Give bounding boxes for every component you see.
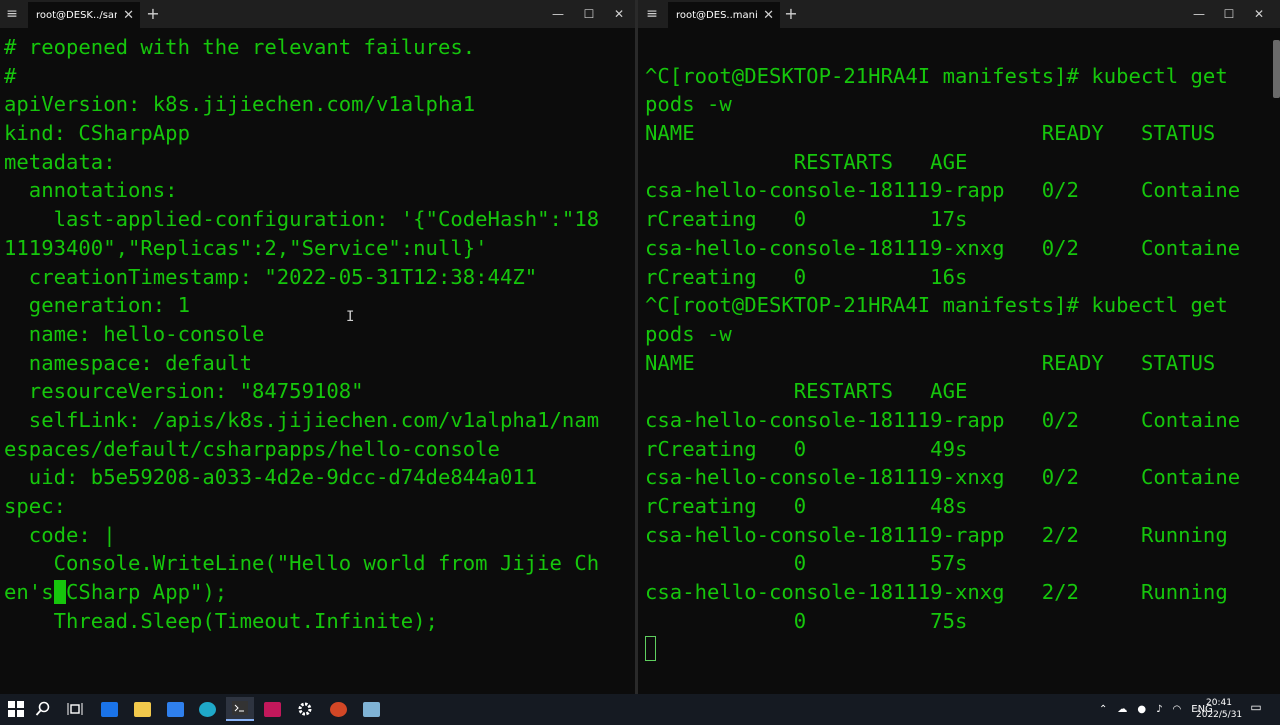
clock[interactable]: 20:41 2022/5/31 — [1196, 697, 1242, 721]
windows-start-icon[interactable] — [4, 697, 28, 721]
terminal-line: 0 57s — [645, 551, 968, 576]
terminal-line: rCreating 0 49s — [645, 436, 968, 461]
terminal-line: csa-hello-console-181119-xnxg 2/2 Runnin… — [645, 580, 1228, 605]
terminal-line: namespace: default — [4, 350, 252, 375]
terminal-cursor — [53, 580, 67, 605]
terminal-line: RESTARTS AGE — [645, 379, 968, 404]
terminal-line: last-applied-configuration: '{"CodeHash"… — [4, 207, 600, 232]
cloud-icon[interactable]: ☁ — [1117, 704, 1127, 715]
terminal-line: NAME READY STATUS — [645, 350, 1216, 375]
terminal-window-samples[interactable]: ≡ root@DESK../samples ✕ + — ☐ ✕ # reopen… — [0, 0, 635, 694]
text-before-cursor: en's — [4, 580, 54, 605]
file-explorer-icon[interactable] — [130, 697, 154, 721]
mail-icon[interactable] — [97, 697, 121, 721]
rider-ide-icon[interactable] — [260, 697, 284, 721]
volume-icon[interactable]: ♪ — [1156, 704, 1162, 715]
new-tab-button[interactable]: + — [143, 4, 163, 24]
menu-icon[interactable]: ≡ — [644, 6, 660, 22]
terminal-line: code: | — [4, 522, 116, 547]
terminal-line: Thread.Sleep(Timeout.Infinite); — [4, 608, 438, 633]
maximize-button[interactable]: ☐ — [576, 4, 602, 24]
terminal-app-icon[interactable] — [226, 697, 254, 721]
text-after-cursor: CSharp App"); — [66, 580, 228, 605]
terminal-line: rCreating 0 48s — [645, 494, 968, 518]
terminal-output[interactable]: ^C[root@DESKTOP-21HRA4I manifests]# kube… — [645, 33, 1280, 694]
terminal-line: selfLink: /apis/k8s.jijiechen.com/v1alph… — [4, 407, 600, 432]
notification-icon[interactable]: ▭ — [1248, 700, 1264, 716]
terminal-output[interactable]: # reopened with the relevant failures. # a… — [4, 33, 635, 694]
maximize-button[interactable]: ☐ — [1216, 4, 1242, 24]
chevron-up-icon[interactable]: ⌃ — [1099, 704, 1107, 715]
terminal-line: NAME READY STATUS — [645, 121, 1216, 146]
terminal-line: name: hello-console — [4, 321, 265, 346]
terminal-line: csa-hello-console-181119-rapp 0/2 Contai… — [645, 407, 1241, 432]
terminal-line: uid: b5e59208-a033-4d2e-9dcc-d74de844a01… — [4, 465, 538, 490]
terminal-line: ^C[root@DESKTOP-21HRA4I manifests]# kube… — [645, 63, 1228, 88]
terminal-line: rCreating 0 17s — [645, 207, 968, 232]
terminal-window-manifests[interactable]: ≡ root@DES..manifests ✕ + — ☐ ✕ ^C[root@… — [638, 0, 1280, 694]
tab-manifests[interactable]: root@DES..manifests ✕ — [668, 2, 780, 28]
terminal-line: Console.WriteLine("Hello world from Jiji… — [4, 551, 600, 576]
taskbar: ⌃ ☁ ● ♪ ◠ ENG 20:41 2022/5/31 ▭ — [0, 694, 1280, 725]
terminal-line: pods -w — [645, 321, 732, 346]
tab-bar: ≡ root@DESK../samples ✕ + — ☐ ✕ — [0, 0, 635, 28]
text-cursor-icon: I — [346, 309, 355, 325]
minimize-button[interactable]: — — [545, 4, 571, 24]
notepad-icon[interactable] — [359, 697, 383, 721]
terminal-line: metadata: — [4, 149, 116, 174]
terminal-line: # reopened with the relevant failures. — [4, 35, 476, 59]
terminal-line: 0 75s — [645, 608, 968, 633]
wifi-icon[interactable]: ◠ — [1173, 704, 1182, 715]
tab-title: root@DES..manifests — [676, 9, 758, 21]
terminal-line: annotations: — [4, 178, 178, 203]
terminal-line: resourceVersion: "84759108" — [4, 379, 364, 404]
terminal-line: en's CSharp App"); — [4, 578, 635, 607]
tab-title: root@DESK../samples — [36, 9, 117, 21]
terminal-line: RESTARTS AGE — [645, 149, 968, 174]
close-icon[interactable]: ✕ — [123, 9, 134, 22]
terminal-line: generation: 1 — [4, 293, 190, 318]
close-icon[interactable]: ✕ — [763, 9, 774, 22]
terminal-cursor — [645, 636, 656, 661]
terminal-line: kind: CSharpApp — [4, 121, 190, 146]
settings-gear-icon[interactable] — [293, 697, 317, 721]
clock-date: 2022/5/31 — [1196, 710, 1243, 720]
terminal-line: apiVersion: k8s.jijiechen.com/v1alpha1 — [4, 92, 476, 117]
terminal-line: pods -w — [645, 92, 732, 117]
search-icon[interactable] — [31, 697, 55, 721]
clock-time: 20:41 — [1206, 698, 1232, 708]
powerpoint-icon[interactable] — [326, 697, 350, 721]
terminal-line: # — [4, 63, 17, 88]
terminal-line: rCreating 0 16s — [645, 264, 968, 289]
scrollbar[interactable] — [1273, 40, 1280, 98]
minimize-button[interactable]: — — [1186, 4, 1212, 24]
close-button[interactable]: ✕ — [606, 4, 632, 24]
edge-browser-icon[interactable] — [195, 697, 219, 721]
close-button[interactable]: ✕ — [1246, 4, 1272, 24]
task-view-icon[interactable] — [63, 697, 87, 721]
terminal-line: csa-hello-console-181119-xnxg 0/2 Contai… — [645, 465, 1241, 490]
terminal-line: csa-hello-console-181119-rapp 0/2 Contai… — [645, 178, 1241, 203]
menu-icon[interactable]: ≡ — [4, 6, 20, 22]
new-tab-button[interactable]: + — [781, 4, 801, 24]
tab-samples[interactable]: root@DESK../samples ✕ — [28, 2, 140, 28]
terminal-line: espaces/default/csharpapps/hello-console — [4, 436, 500, 461]
terminal-line: spec: — [4, 494, 66, 518]
terminal-line: creationTimestamp: "2022-05-31T12:38:44Z… — [4, 264, 538, 289]
terminal-line: 11193400","Replicas":2,"Service":null}' — [4, 235, 488, 260]
photos-icon[interactable] — [163, 697, 187, 721]
terminal-line: csa-hello-console-181119-rapp 2/2 Runnin… — [645, 522, 1228, 547]
terminal-line: csa-hello-console-181119-xnxg 0/2 Contai… — [645, 235, 1241, 260]
tab-bar: ≡ root@DES..manifests ✕ + — ☐ ✕ — [638, 0, 1280, 28]
microphone-icon[interactable]: ● — [1137, 704, 1146, 715]
terminal-line: ^C[root@DESKTOP-21HRA4I manifests]# kube… — [645, 293, 1228, 318]
